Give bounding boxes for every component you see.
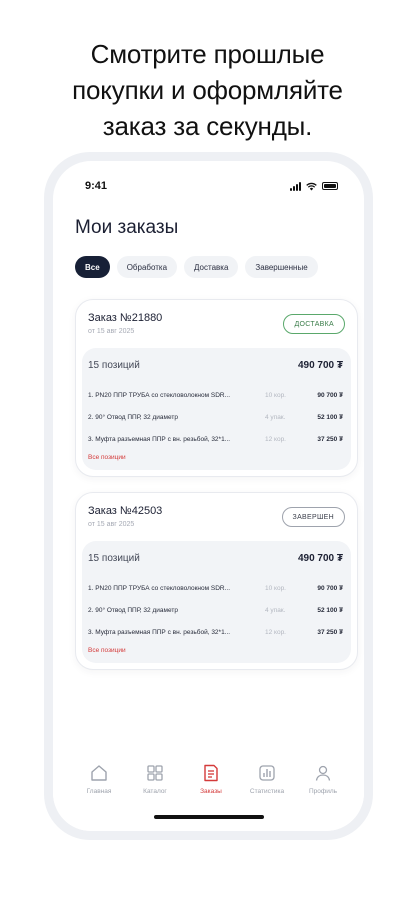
item-name: 1. PN20 ППР ТРУБА со стекловолокном SDR.…	[88, 391, 231, 399]
order-date: от 15 авг 2025	[88, 521, 135, 528]
item-name: 1. PN20 ППР ТРУБА со стекловолокном SDR.…	[88, 584, 231, 592]
app-screen: 9:41 Мои заказы Все Обработка Доставка З…	[53, 161, 364, 831]
order-items: 1. PN20 ППР ТРУБА со стекловолокном SDR.…	[88, 577, 343, 643]
order-number: Заказ №42503	[88, 505, 163, 517]
battery-icon	[322, 182, 338, 190]
item-name: 2. 90° Отвод ППР, 32 диаметр	[88, 606, 178, 614]
item-qty: 10 кор.	[265, 584, 286, 592]
order-summary: 15 позиций 490 700 ₮	[88, 360, 343, 371]
order-card[interactable]: Заказ №21880 от 15 авг 2025 ДОСТАВКА 15 …	[75, 299, 358, 477]
tab-catalog[interactable]: Каталог	[131, 763, 179, 795]
stats-icon	[259, 765, 275, 781]
page-title: Мои заказы	[75, 217, 179, 238]
status-badge: ДОСТАВКА	[283, 314, 345, 334]
bottom-tab-bar: Главная Каталог Заказы Статистика Профил…	[53, 753, 364, 831]
item-qty: 10 кор.	[265, 391, 286, 399]
list-item: 3. Муфта разъемная ППР с вн. резьбой, 32…	[88, 621, 343, 643]
tab-label: Статистика	[249, 788, 285, 795]
tab-profile[interactable]: Профиль	[299, 763, 347, 795]
tab-label: Заказы	[200, 788, 222, 795]
all-positions-link[interactable]: Все позиции	[88, 454, 126, 461]
positions-count: 15 позиций	[88, 553, 140, 564]
order-filters: Все Обработка Доставка Завершенные	[75, 256, 318, 278]
tab-statistics[interactable]: Статистика	[243, 763, 291, 795]
item-name: 3. Муфта разъемная ППР с вн. резьбой, 32…	[88, 628, 231, 636]
list-item: 2. 90° Отвод ППР, 32 диаметр 4 упак. 52 …	[88, 406, 343, 428]
filter-all[interactable]: Все	[75, 256, 110, 278]
signal-icon	[290, 181, 301, 191]
order-summary: 15 позиций 490 700 ₮	[88, 553, 343, 564]
item-qty: 12 кор.	[265, 435, 286, 443]
list-item: 3. Муфта разъемная ППР с вн. резьбой, 32…	[88, 428, 343, 450]
order-total: 490 700 ₮	[297, 553, 343, 564]
catalog-icon	[147, 765, 163, 781]
promo-line-3: заказ за секунды.	[102, 111, 313, 141]
item-qty: 4 упак.	[265, 413, 286, 421]
item-qty: 12 кор.	[265, 628, 286, 636]
item-price: 90 700 ₮	[317, 584, 343, 592]
tab-label: Профиль	[308, 788, 338, 795]
promo-headline: Смотрите прошлые покупки и оформляйте за…	[0, 36, 415, 144]
filter-processing[interactable]: Обработка	[116, 256, 178, 278]
home-indicator[interactable]	[153, 815, 264, 819]
status-badge: ЗАВЕРШЕН	[281, 507, 345, 527]
tab-label: Главная	[86, 788, 112, 795]
order-card[interactable]: Заказ №42503 от 15 авг 2025 ЗАВЕРШЕН 15 …	[75, 492, 358, 670]
item-price: 90 700 ₮	[317, 391, 343, 399]
list-item: 2. 90° Отвод ППР, 32 диаметр 4 упак. 52 …	[88, 599, 343, 621]
all-positions-link[interactable]: Все позиции	[88, 647, 126, 654]
item-name: 2. 90° Отвод ППР, 32 диаметр	[88, 413, 178, 421]
order-items: 1. PN20 ППР ТРУБА со стекловолокном SDR.…	[88, 384, 343, 450]
order-items-panel: 15 позиций 490 700 ₮ 1. PN20 ППР ТРУБА с…	[82, 541, 351, 663]
item-price: 37 250 ₮	[317, 435, 343, 443]
item-price: 52 100 ₮	[317, 606, 343, 614]
item-qty: 4 упак.	[265, 606, 286, 614]
list-item: 1. PN20 ППР ТРУБА со стекловолокном SDR.…	[88, 384, 343, 406]
wifi-icon	[306, 182, 317, 190]
tab-label: Каталог	[143, 788, 167, 795]
status-icons	[290, 181, 338, 191]
home-icon	[91, 765, 107, 781]
item-name: 3. Муфта разъемная ППР с вн. резьбой, 32…	[88, 435, 231, 443]
orders-icon	[204, 764, 218, 782]
tab-orders[interactable]: Заказы	[187, 763, 235, 795]
status-bar: 9:41	[85, 179, 338, 193]
filter-delivery[interactable]: Доставка	[184, 256, 239, 278]
positions-count: 15 позиций	[88, 360, 140, 371]
item-price: 52 100 ₮	[317, 413, 343, 421]
order-date: от 15 авг 2025	[88, 328, 135, 335]
item-price: 37 250 ₮	[317, 628, 343, 636]
profile-icon	[315, 765, 331, 781]
order-items-panel: 15 позиций 490 700 ₮ 1. PN20 ППР ТРУБА с…	[82, 348, 351, 470]
order-number: Заказ №21880	[88, 312, 163, 324]
promo-line-1: Смотрите прошлые	[90, 39, 325, 69]
filter-completed[interactable]: Завершенные	[245, 256, 318, 278]
promo-line-2: покупки и оформляйте	[72, 75, 343, 105]
list-item: 1. PN20 ППР ТРУБА со стекловолокном SDR.…	[88, 577, 343, 599]
phone-frame: 9:41 Мои заказы Все Обработка Доставка З…	[44, 152, 373, 840]
tab-home[interactable]: Главная	[75, 763, 123, 795]
order-total: 490 700 ₮	[297, 360, 343, 371]
status-time: 9:41	[85, 180, 108, 192]
